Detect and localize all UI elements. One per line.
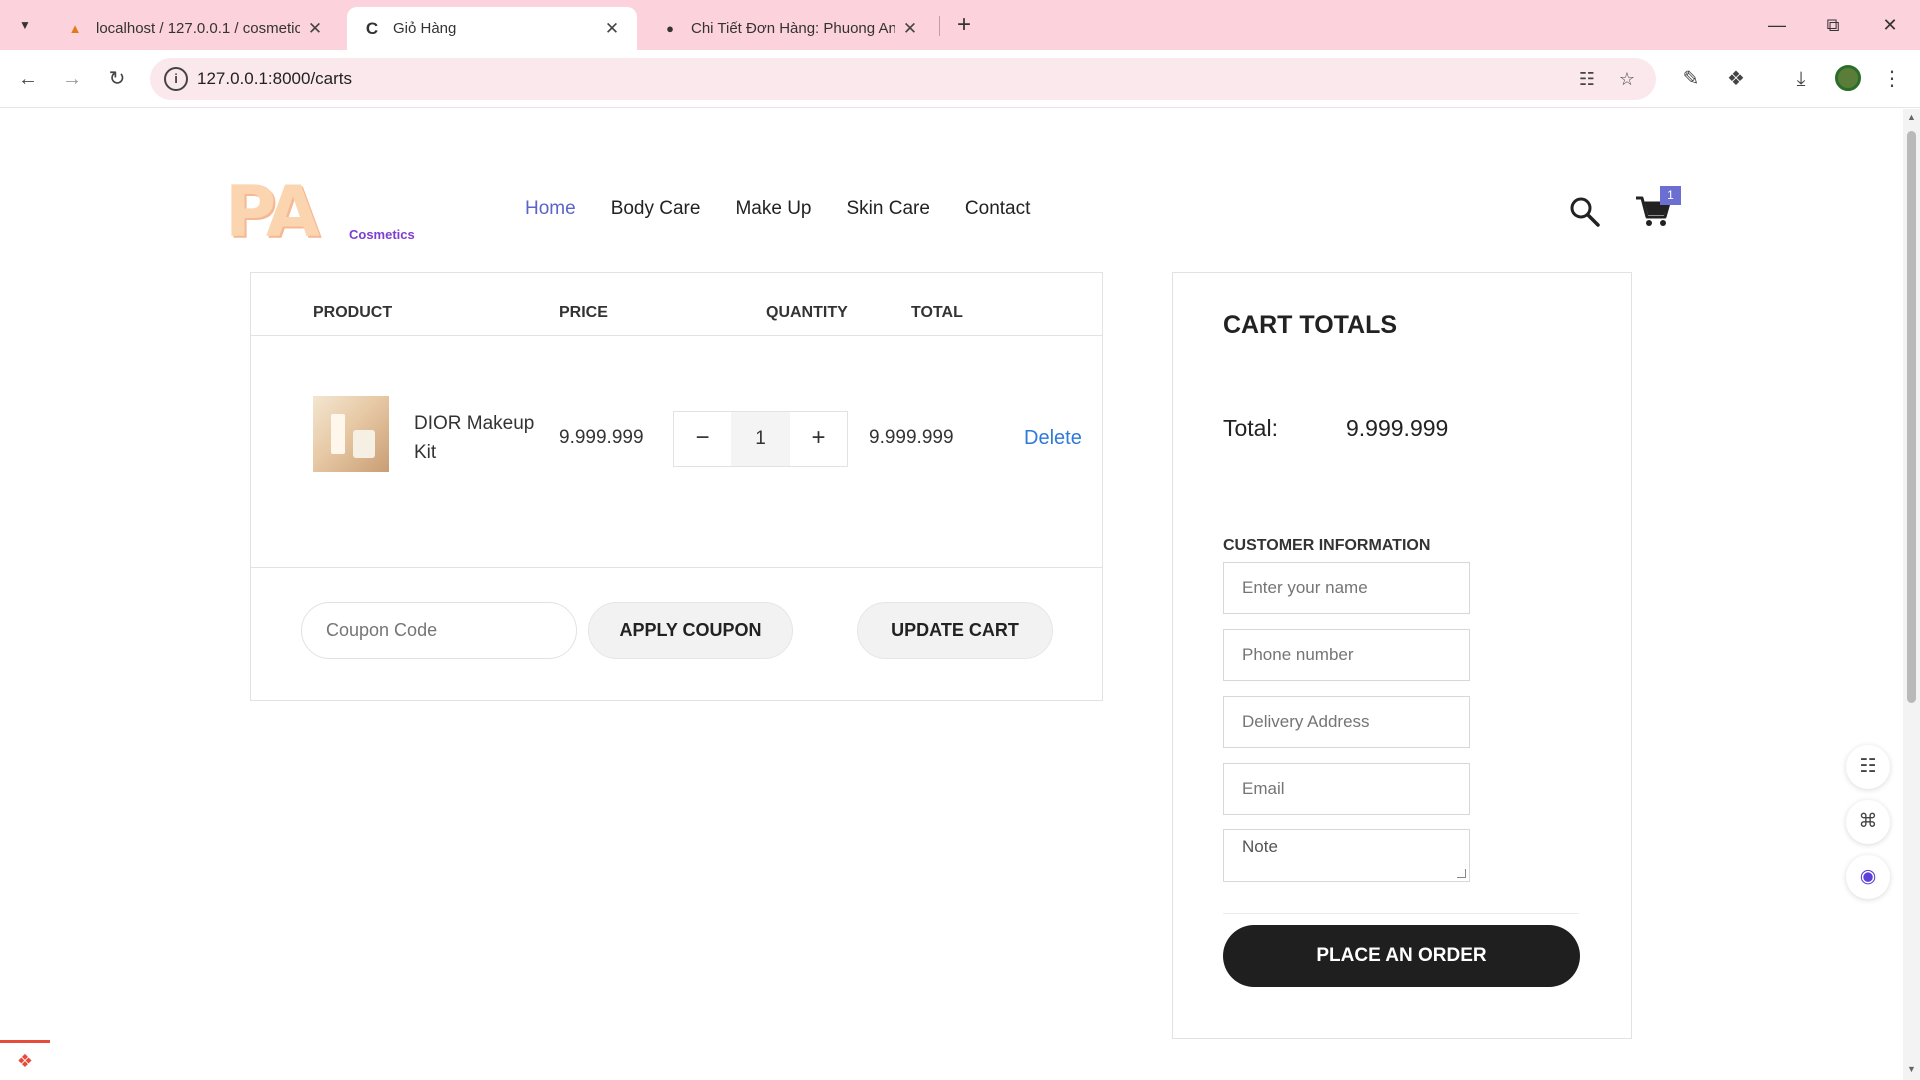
reload-icon[interactable]: ↻ (101, 63, 133, 95)
close-icon[interactable]: ✕ (901, 19, 919, 39)
profile-avatar[interactable] (1835, 65, 1861, 91)
divider (251, 335, 1102, 336)
tab-title: Giỏ Hàng (393, 20, 457, 37)
apps-widget-icon[interactable]: ⌘ (1846, 800, 1890, 844)
globe-icon: ● (666, 21, 674, 36)
tab-separator (939, 16, 940, 36)
product-price: 9.999.999 (559, 427, 644, 448)
email-field[interactable] (1223, 763, 1470, 815)
close-icon[interactable]: ✕ (306, 19, 324, 39)
tab-title: localhost / 127.0.0.1 / cosmetic (96, 20, 300, 37)
main-nav: Home Body Care Make Up Skin Care Contact (525, 198, 1065, 220)
bookmark-star-icon[interactable]: ☆ (1614, 66, 1640, 92)
new-tab-button[interactable]: + (950, 11, 978, 39)
loading-icon: C (365, 18, 379, 38)
total-value: 9.999.999 (1346, 415, 1449, 441)
quantity-input[interactable]: 1 (731, 412, 790, 466)
decrease-quantity-button[interactable]: − (674, 412, 731, 466)
cart-count-badge: 1 (1660, 186, 1681, 205)
scroll-down-icon[interactable]: ▼ (1906, 1064, 1917, 1074)
header-price: PRICE (559, 304, 608, 321)
total-label: Total: (1223, 415, 1278, 441)
browser-toolbar: ← → ↻ i 127.0.0.1:8000/carts ☷ ☆ ✎ ❖ ⤓ ⋮ (0, 50, 1920, 108)
download-icon[interactable]: ⤓ (1785, 63, 1817, 95)
minimize-button[interactable]: — (1762, 10, 1792, 40)
address-bar[interactable]: i 127.0.0.1:8000/carts ☷ ☆ (150, 58, 1656, 100)
tab-title: Chi Tiết Đơn Hàng: Phuong An (691, 20, 895, 37)
back-icon[interactable]: ← (12, 63, 44, 95)
forward-icon[interactable]: → (56, 63, 88, 95)
nav-make-up[interactable]: Make Up (735, 198, 811, 220)
page-scrollbar[interactable]: ▲ ▼ (1903, 109, 1920, 1080)
translate-icon[interactable]: ☷ (1574, 66, 1600, 92)
product-name[interactable]: DIOR Makeup Kit (414, 409, 544, 467)
site-logo[interactable]: PA Cosmetics (225, 171, 430, 259)
pen-icon[interactable]: ✎ (1675, 63, 1707, 95)
nav-contact[interactable]: Contact (965, 198, 1030, 220)
place-order-button[interactable]: PLACE AN ORDER (1223, 925, 1580, 987)
more-menu-icon[interactable]: ⋮ (1876, 63, 1908, 95)
nav-home[interactable]: Home (525, 198, 576, 220)
increase-quantity-button[interactable]: + (790, 412, 847, 466)
tab-cart[interactable]: C Giỏ Hàng ✕ (347, 7, 637, 50)
url-text: 127.0.0.1:8000/carts (197, 69, 353, 88)
nav-body-care[interactable]: Body Care (611, 198, 701, 220)
delete-item-link[interactable]: Delete (1024, 427, 1082, 450)
cart-table: PRODUCT PRICE QUANTITY TOTAL DIOR Makeup… (250, 272, 1103, 701)
browser-window: ▼ ▲ localhost / 127.0.0.1 / cosmetic ✕ C… (0, 0, 1920, 1080)
close-icon[interactable]: ✕ (603, 19, 621, 39)
cart-totals-panel: CART TOTALS Total: 9.999.999 CUSTOMER IN… (1172, 272, 1632, 1039)
quantity-stepper: − 1 + (673, 411, 848, 467)
note-field[interactable]: Note (1223, 829, 1470, 882)
page-content: PA Cosmetics Home Body Care Make Up Skin… (0, 109, 1903, 1080)
header-product: PRODUCT (313, 304, 393, 321)
apply-coupon-button[interactable]: APPLY COUPON (588, 602, 793, 659)
extensions-icon[interactable]: ❖ (1720, 63, 1752, 95)
update-cart-button[interactable]: UPDATE CART (857, 602, 1053, 659)
product-total: 9.999.999 (869, 427, 954, 448)
tab-strip: ▼ ▲ localhost / 127.0.0.1 / cosmetic ✕ C… (0, 0, 1920, 50)
coupon-code-input[interactable] (301, 602, 577, 659)
scroll-up-icon[interactable]: ▲ (1906, 112, 1917, 122)
search-icon[interactable] (1568, 195, 1602, 229)
site-info-icon[interactable]: i (164, 67, 188, 91)
nav-skin-care[interactable]: Skin Care (847, 198, 930, 220)
customer-information-title: CUSTOMER INFORMATION (1223, 537, 1431, 554)
phone-field[interactable] (1223, 629, 1470, 681)
close-window-button[interactable]: ✕ (1875, 10, 1905, 40)
scroll-thumb[interactable] (1907, 131, 1916, 703)
assistant-widget-icon[interactable]: ◉ (1846, 855, 1890, 899)
name-field[interactable] (1223, 562, 1470, 614)
divider (1223, 913, 1579, 914)
logo-subtitle: Cosmetics (349, 227, 415, 242)
product-image[interactable] (313, 396, 389, 472)
address-field[interactable] (1223, 696, 1470, 748)
cart-totals-title: CART TOTALS (1223, 311, 1398, 339)
tab-phpmyadmin[interactable]: ▲ localhost / 127.0.0.1 / cosmetic ✕ (50, 7, 340, 50)
phpmyadmin-icon: ▲ (68, 21, 82, 36)
logo-text: PA (225, 171, 320, 253)
divider (251, 567, 1102, 568)
translate-widget-icon[interactable]: ☷ (1846, 745, 1890, 789)
header-total: TOTAL (911, 304, 963, 321)
tab-search-button[interactable]: ▼ (12, 12, 38, 38)
restore-button[interactable]: ⧉ (1818, 10, 1848, 40)
laravel-debug-icon[interactable]: ❖ (0, 1040, 50, 1080)
tab-order-detail[interactable]: ● Chi Tiết Đơn Hàng: Phuong An ✕ (645, 7, 935, 50)
header-quantity: QUANTITY (766, 304, 848, 321)
